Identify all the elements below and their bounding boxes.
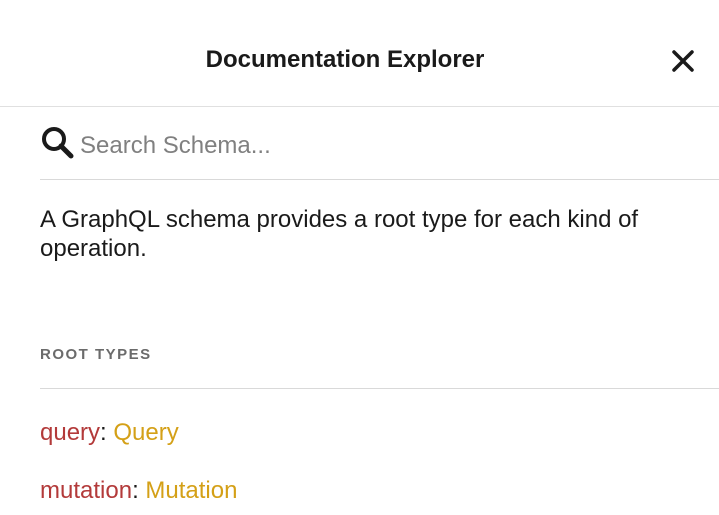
type-link-mutation[interactable]: Mutation bbox=[145, 477, 237, 504]
separator: : bbox=[100, 419, 114, 446]
field-name: query bbox=[40, 419, 101, 446]
search-icon bbox=[42, 127, 74, 159]
type-link-query[interactable]: Query bbox=[113, 419, 178, 446]
explorer-header: Documentation Explorer bbox=[0, 0, 719, 107]
field-name: mutation bbox=[40, 477, 133, 504]
root-type-mutation: mutation: Mutation bbox=[40, 477, 237, 505]
schema-description: A GraphQL schema provides a root type fo… bbox=[40, 206, 639, 262]
explorer-content: A GraphQL schema provides a root type fo… bbox=[40, 106, 719, 504]
separator: : bbox=[132, 477, 146, 504]
search-input[interactable] bbox=[80, 128, 680, 164]
search-bar bbox=[40, 106, 719, 180]
root-type-query: query: Query bbox=[40, 419, 179, 447]
root-types-heading: ROOT TYPES bbox=[40, 346, 719, 389]
panel-title: Documentation Explorer bbox=[205, 46, 485, 73]
close-icon bbox=[672, 50, 694, 72]
close-button[interactable] bbox=[668, 46, 698, 76]
documentation-explorer-panel: Documentation Explorer A GraphQL schema … bbox=[0, 0, 719, 515]
